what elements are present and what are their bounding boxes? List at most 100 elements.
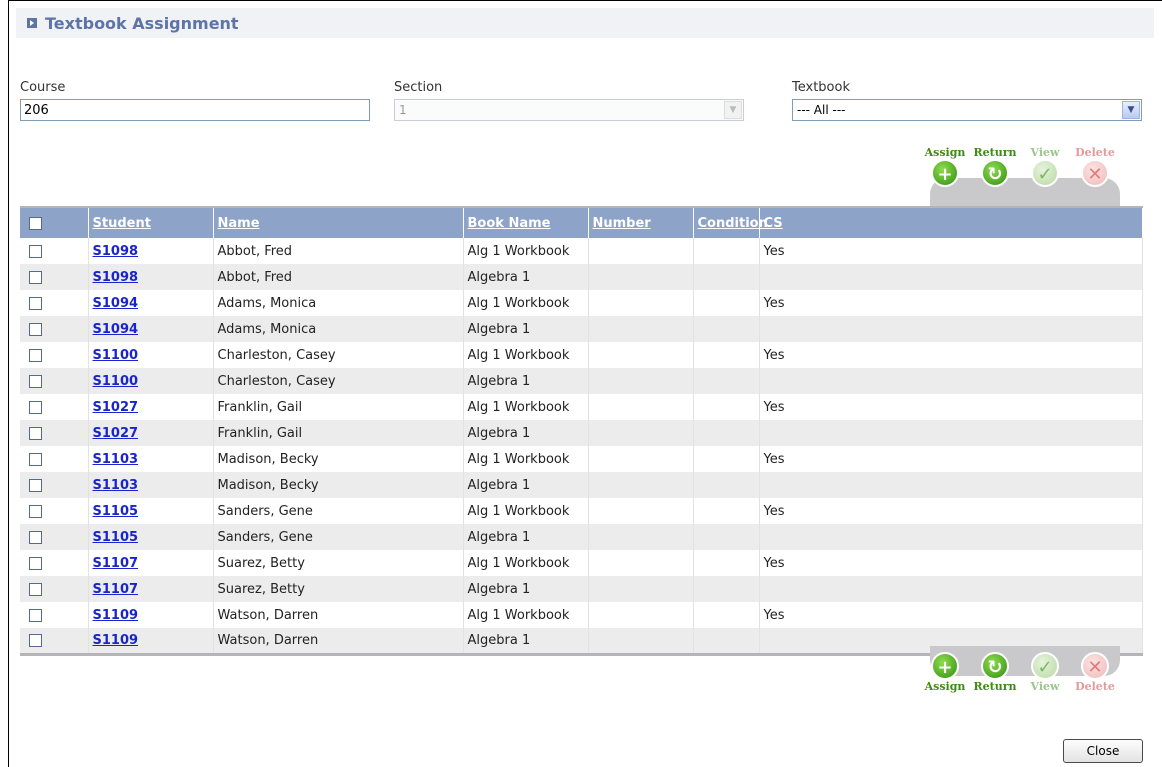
return-label: Return — [973, 146, 1017, 159]
close-button[interactable]: Close — [1063, 739, 1143, 763]
chevron-down-icon: ▼ — [724, 101, 742, 119]
row-checkbox[interactable] — [29, 244, 42, 258]
student-id-link[interactable]: S1027 — [93, 400, 139, 415]
student-id-link[interactable]: S1107 — [93, 582, 139, 597]
cs-text: Yes — [763, 243, 785, 259]
table-row: S1027 Franklin, Gail Alg 1 Workbook Yes — [20, 394, 1143, 420]
student-id-link[interactable]: S1100 — [93, 374, 139, 389]
row-checkbox-cell — [20, 472, 89, 498]
delete-label: Delete — [1075, 146, 1115, 159]
book-number-cell — [588, 602, 694, 628]
column-header-name[interactable]: Name — [213, 206, 464, 238]
condition-cell — [693, 446, 760, 472]
book-name-cell: Alg 1 Workbook — [463, 342, 589, 368]
view-button-bottom[interactable]: ✓ View — [1020, 652, 1070, 693]
student-name-text: Adams, Monica — [217, 295, 317, 311]
student-id-link[interactable]: S1098 — [93, 244, 139, 259]
student-id-link[interactable]: S1105 — [93, 504, 139, 519]
student-id-link[interactable]: S1094 — [93, 296, 139, 311]
row-checkbox[interactable] — [29, 426, 42, 440]
row-checkbox[interactable] — [29, 348, 42, 362]
textbook-select[interactable]: --- All --- ▼ — [792, 99, 1142, 121]
student-id-link[interactable]: S1107 — [93, 556, 139, 571]
select-all-checkbox[interactable] — [29, 216, 42, 230]
student-id-link[interactable]: S1103 — [93, 452, 139, 467]
book-name-cell: Algebra 1 — [463, 264, 589, 290]
row-checkbox[interactable] — [29, 530, 42, 544]
row-checkbox[interactable] — [29, 608, 42, 622]
delete-button-bottom[interactable]: ✕ Delete — [1070, 652, 1120, 693]
column-header-condition[interactable]: Condition — [693, 206, 768, 238]
course-input[interactable] — [20, 99, 370, 121]
student-id-link[interactable]: S1105 — [93, 530, 139, 545]
student-name-text: Charleston, Casey — [217, 373, 336, 389]
student-name-cell: Adams, Monica — [213, 290, 464, 316]
return-button-bottom[interactable]: ↻ Return — [970, 652, 1020, 693]
book-number-cell — [588, 368, 694, 394]
book-name-cell: Alg 1 Workbook — [463, 290, 589, 316]
book-name-cell: Alg 1 Workbook — [463, 498, 589, 524]
book-name-text: Alg 1 Workbook — [467, 347, 570, 363]
row-checkbox[interactable] — [29, 400, 42, 414]
row-checkbox[interactable] — [29, 270, 42, 284]
student-id-link[interactable]: S1027 — [93, 426, 139, 441]
student-id-link[interactable]: S1094 — [93, 322, 139, 337]
book-name-cell: Algebra 1 — [463, 472, 589, 498]
book-number-cell — [588, 472, 694, 498]
assign-button[interactable]: Assign + — [920, 146, 970, 187]
column-header-cs[interactable]: CS — [759, 206, 1143, 238]
row-checkbox[interactable] — [29, 556, 42, 570]
book-name-text: Alg 1 Workbook — [467, 451, 570, 467]
book-number-cell — [588, 550, 694, 576]
cs-text: Yes — [763, 347, 785, 363]
student-name-text: Watson, Darren — [217, 607, 319, 623]
row-checkbox[interactable] — [29, 452, 42, 466]
student-name-text: Suarez, Betty — [217, 581, 305, 597]
view-button[interactable]: View ✓ — [1020, 146, 1070, 187]
student-id-link[interactable]: S1109 — [93, 608, 139, 623]
book-name-cell: Alg 1 Workbook — [463, 602, 589, 628]
student-id-cell: S1100 — [88, 342, 214, 368]
row-checkbox[interactable] — [29, 582, 42, 596]
student-id-link[interactable]: S1109 — [93, 633, 139, 648]
row-checkbox[interactable] — [29, 633, 42, 647]
student-name-text: Abbot, Fred — [217, 243, 293, 259]
cs-text: Yes — [763, 503, 785, 519]
row-checkbox[interactable] — [29, 374, 42, 388]
column-header-number[interactable]: Number — [588, 206, 694, 238]
delete-button[interactable]: Delete ✕ — [1070, 146, 1120, 187]
cs-cell — [759, 524, 1143, 550]
textbook-label: Textbook — [792, 80, 850, 95]
table-row: S1100 Charleston, Casey Algebra 1 — [20, 368, 1143, 394]
row-checkbox[interactable] — [29, 296, 42, 310]
book-name-text: Algebra 1 — [467, 269, 531, 285]
student-id-cell: S1094 — [88, 290, 214, 316]
return-arrow-icon: ↻ — [981, 159, 1009, 187]
row-checkbox[interactable] — [29, 504, 42, 518]
student-name-cell: Watson, Darren — [213, 628, 464, 656]
assign-button-bottom[interactable]: + Assign — [920, 652, 970, 693]
row-checkbox[interactable] — [29, 478, 42, 492]
column-header-student[interactable]: Student — [88, 206, 214, 238]
book-number-cell — [588, 264, 694, 290]
return-button[interactable]: Return ↻ — [970, 146, 1020, 187]
condition-cell — [693, 498, 760, 524]
student-name-cell: Madison, Becky — [213, 472, 464, 498]
student-id-link[interactable]: S1100 — [93, 348, 139, 363]
book-name-text: Algebra 1 — [467, 529, 531, 545]
plus-icon: + — [931, 652, 959, 680]
cs-cell — [759, 368, 1143, 394]
book-name-cell: Algebra 1 — [463, 316, 589, 342]
book-number-cell — [588, 446, 694, 472]
student-name-cell: Sanders, Gene — [213, 498, 464, 524]
table-row: S1105 Sanders, Gene Algebra 1 — [20, 524, 1143, 550]
student-id-link[interactable]: S1098 — [93, 270, 139, 285]
row-checkbox-cell — [20, 550, 89, 576]
row-checkbox[interactable] — [29, 322, 42, 336]
student-id-link[interactable]: S1103 — [93, 478, 139, 493]
column-header-book-name[interactable]: Book Name — [463, 206, 589, 238]
student-name-cell: Watson, Darren — [213, 602, 464, 628]
section-select[interactable]: 1 ▼ — [394, 99, 744, 121]
student-name-cell: Suarez, Betty — [213, 550, 464, 576]
cs-text: Yes — [763, 399, 785, 415]
